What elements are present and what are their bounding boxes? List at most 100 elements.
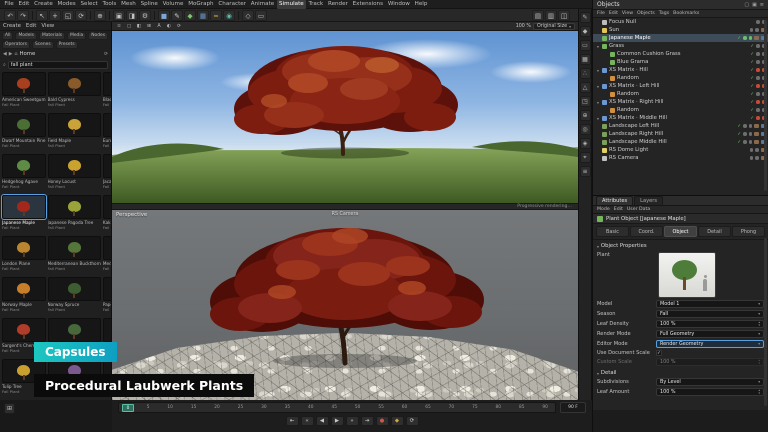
expand-caret-icon[interactable]: ▾ xyxy=(596,116,600,121)
menubar-item[interactable]: Render xyxy=(326,0,351,9)
render-menu-icon[interactable]: ≡ xyxy=(115,24,123,29)
object-row[interactable]: Common Cushion Grass ✓ xyxy=(593,50,768,58)
refresh-icon[interactable]: ⟳ xyxy=(175,24,183,29)
asset-item[interactable]: Jacaranda Fall Plant xyxy=(103,154,111,193)
asset-filter-chip[interactable]: Media xyxy=(67,32,86,40)
asset-item[interactable]: Norway Spruce Fall Plant xyxy=(48,277,101,316)
snap-toggle-icon[interactable]: ◈ xyxy=(580,138,591,149)
expand-caret-icon[interactable]: ▾ xyxy=(596,84,600,89)
section-object-properties[interactable]: ▾ Object Properties xyxy=(593,240,768,250)
plant-preview-thumbnail[interactable] xyxy=(658,252,716,298)
asset-item[interactable]: Paper Birch Fall Plant xyxy=(103,277,111,316)
undo-icon[interactable]: ↶ xyxy=(4,10,16,21)
region-icon[interactable]: ⊞ xyxy=(145,24,153,29)
object-row[interactable]: Random ✓ xyxy=(593,74,768,82)
asset-browser-menu[interactable]: View xyxy=(41,23,54,29)
editor-visibility-dot[interactable] xyxy=(743,36,747,40)
menubar-item[interactable]: Volume xyxy=(160,0,186,9)
menubar-item[interactable]: Edit xyxy=(16,0,32,9)
editor-visibility-dot[interactable] xyxy=(750,156,754,160)
menubar-item[interactable]: Select xyxy=(78,0,100,9)
attribute-tab[interactable]: Coord. xyxy=(630,226,663,237)
fit-mode-dropdown[interactable]: Original Size ▾ xyxy=(533,23,575,30)
objects-panel-title[interactable]: Objects xyxy=(597,1,620,8)
enabled-check-icon[interactable]: ✓ xyxy=(737,140,741,145)
editor-visibility-dot[interactable] xyxy=(756,20,760,24)
points-mode-icon[interactable]: ∴ xyxy=(580,68,591,79)
object-manager-menu[interactable]: Edit xyxy=(609,11,618,16)
asset-item[interactable]: Japanese Pagoda Tree Fall Plant xyxy=(48,195,101,234)
enabled-check-icon[interactable]: ✓ xyxy=(737,36,741,41)
object-row[interactable]: Japanese Maple ✓ xyxy=(593,34,768,42)
expand-caret-icon[interactable]: ▾ xyxy=(596,44,600,49)
menubar-item[interactable]: Window xyxy=(385,0,412,9)
asset-item[interactable]: Mediterranean Buckthorn Fall Plant xyxy=(48,236,101,275)
asset-filter-chip[interactable]: Models xyxy=(15,32,36,40)
object-row[interactable]: Focus Null ✓ xyxy=(593,18,768,26)
render-visibility-dot[interactable] xyxy=(749,124,753,128)
layout-icon[interactable]: ≡ xyxy=(580,166,591,177)
render-visibility-dot[interactable] xyxy=(762,76,766,80)
layout-switch-icon[interactable]: ◫ xyxy=(558,10,570,21)
object-row[interactable]: Landscape Left Hill ✓ xyxy=(593,122,768,130)
asset-filter-chip[interactable]: Presets xyxy=(56,41,78,49)
object-tag-icon[interactable] xyxy=(761,148,766,153)
object-tag-icon[interactable] xyxy=(761,36,766,41)
toolbar-icon[interactable] xyxy=(90,11,91,20)
render-settings-icon[interactable]: ⚙ xyxy=(139,10,151,21)
toolbar-icon[interactable] xyxy=(154,11,155,20)
object-manager-menu[interactable]: Objects xyxy=(637,11,655,16)
object-row[interactable]: ▾ XS Matrix · Middle Hill ✓ xyxy=(593,114,768,122)
enabled-check-icon[interactable]: ✓ xyxy=(750,68,754,73)
editor-visibility-dot[interactable] xyxy=(743,124,747,128)
object-row[interactable]: Blue Grama ✓ xyxy=(593,58,768,66)
spline-pen-icon[interactable]: ✎ xyxy=(171,10,183,21)
enabled-check-icon[interactable]: ✓ xyxy=(750,60,754,65)
render-visibility-dot[interactable] xyxy=(762,92,766,96)
section-detail[interactable]: ▾ Detail xyxy=(593,367,768,377)
asset-item[interactable]: Norway Maple Fall Plant xyxy=(2,277,46,316)
add-cube-icon[interactable]: ■ xyxy=(158,10,170,21)
record-button[interactable]: ● xyxy=(376,416,389,426)
snapshot-icon[interactable]: ▢ xyxy=(125,24,133,29)
perspective-viewport[interactable]: Perspective RS Camera xyxy=(112,210,578,400)
editor-visibility-dot[interactable] xyxy=(756,76,760,80)
object-manager-menu[interactable]: Bookmarks xyxy=(673,11,699,16)
workplane-icon[interactable]: ▭ xyxy=(255,10,267,21)
mograph-icon[interactable]: ◆ xyxy=(184,10,196,21)
editor-visibility-dot[interactable] xyxy=(750,148,754,152)
workplane-mode-icon[interactable]: ▦ xyxy=(580,54,591,65)
enabled-check-icon[interactable]: ✓ xyxy=(750,44,754,49)
object-manager-menu[interactable]: File xyxy=(597,11,605,16)
polygons-mode-icon[interactable]: ◳ xyxy=(580,96,591,107)
render-visibility-dot[interactable] xyxy=(755,156,759,160)
object-row[interactable]: ▾ XS Matrix · Hill ✓ xyxy=(593,66,768,74)
menubar-item[interactable]: Help xyxy=(412,0,430,9)
render-view-icon[interactable]: ▣ xyxy=(113,10,125,21)
panel-layout-icon[interactable]: ▥ xyxy=(545,10,557,21)
menubar-item[interactable]: Character xyxy=(216,0,248,9)
asset-filter-chip[interactable]: Nodes xyxy=(88,32,108,40)
render-view-canvas[interactable] xyxy=(112,31,578,203)
attribute-tab[interactable]: Object xyxy=(664,226,697,237)
object-tag-icon[interactable] xyxy=(761,156,766,161)
asset-browser-menu[interactable]: Edit xyxy=(26,23,36,29)
tab-layers[interactable]: Layers xyxy=(634,196,663,205)
previous-frame-button[interactable]: ◀ xyxy=(316,416,329,426)
simulation-icon[interactable]: ≈ xyxy=(210,10,222,21)
enabled-check-icon[interactable]: ✓ xyxy=(750,92,754,97)
object-tag-icon[interactable] xyxy=(761,124,766,129)
asset-item[interactable]: Black Tupelo Fall Plant xyxy=(103,72,111,111)
object-row[interactable]: Landscape Middle Hill ✓ xyxy=(593,138,768,146)
render-visibility-dot[interactable] xyxy=(762,116,766,120)
spinner-arrows-icon[interactable]: ▴▾ xyxy=(759,321,760,327)
menubar-item[interactable]: Create xyxy=(32,0,55,9)
menubar-item[interactable]: Mesh xyxy=(119,0,139,9)
menubar-item[interactable]: Tools xyxy=(100,0,119,9)
object-row[interactable]: Random ✓ xyxy=(593,90,768,98)
asset-item[interactable]: Kaki Persimmon Fall Plant xyxy=(103,195,111,234)
editor-visibility-dot[interactable] xyxy=(743,132,747,136)
editor-visibility-dot[interactable] xyxy=(756,68,760,72)
expand-caret-icon[interactable]: ▾ xyxy=(596,100,600,105)
render-visibility-dot[interactable] xyxy=(762,84,766,88)
